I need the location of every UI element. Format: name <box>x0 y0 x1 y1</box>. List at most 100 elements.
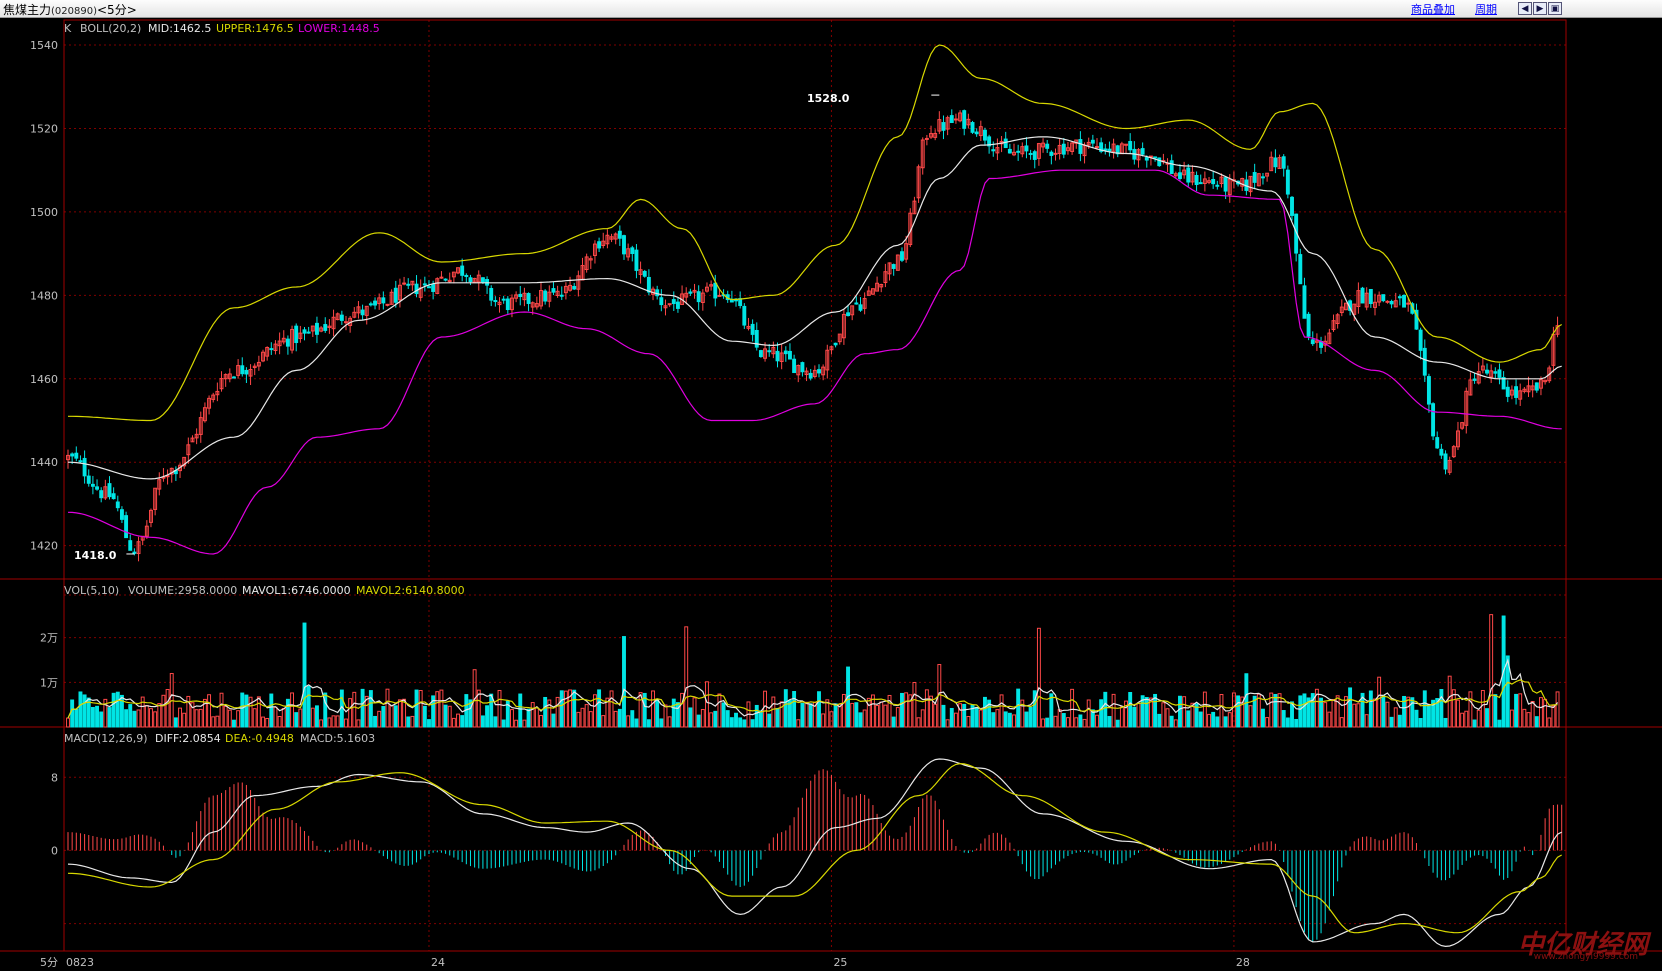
candle-body <box>1003 138 1008 149</box>
volume-bar <box>651 690 655 728</box>
candle-body <box>1028 152 1033 155</box>
price-tick-label: 1540 <box>30 39 58 52</box>
candle-body <box>1439 448 1444 456</box>
volume-bar <box>1053 715 1058 728</box>
candle-body <box>414 283 419 295</box>
volume-bar <box>240 692 245 728</box>
volume-bar <box>1036 627 1041 728</box>
vol-name: VOL(5,10) <box>64 584 119 597</box>
volume-bar <box>514 719 519 728</box>
macd-dea-value: DEA:-0.4948 <box>225 732 294 745</box>
scroll-left-button[interactable]: ◀ <box>1518 2 1532 15</box>
period-link[interactable]: 周期 <box>1475 1 1497 17</box>
candle-body <box>1078 139 1083 154</box>
candle-body <box>74 452 79 459</box>
volume-bar <box>389 705 394 728</box>
instrument-title: 焦煤主力(020890)<5分> <box>3 1 137 18</box>
volume-bar <box>999 694 1004 728</box>
volume-bar <box>1103 691 1108 728</box>
volume-bar <box>696 714 701 728</box>
volume-bar <box>90 706 95 728</box>
volume-bar <box>1302 693 1307 728</box>
candle-body <box>1285 169 1290 195</box>
candle-body <box>439 276 444 279</box>
volume-bar <box>717 693 722 728</box>
candle-body <box>1194 174 1199 186</box>
volume-bar <box>1339 717 1344 728</box>
high-price-annotation: 1528.0 <box>807 92 850 105</box>
candle-body <box>1215 184 1220 187</box>
volume-bar <box>1460 712 1465 728</box>
volume-bar <box>1198 711 1203 728</box>
volume-bar <box>966 715 971 728</box>
volume-bar <box>360 688 365 728</box>
candle-body <box>941 122 946 131</box>
volume-bar <box>149 708 153 728</box>
volume-bar <box>854 702 859 728</box>
boll-mid-line <box>67 136 1562 480</box>
candle-body <box>132 551 137 554</box>
candle-body <box>1095 146 1099 149</box>
volume-bar <box>671 698 676 728</box>
volume-bar <box>792 691 797 728</box>
period-tag: <5分> <box>97 3 137 17</box>
candle-body <box>833 342 838 346</box>
volume-bar <box>1157 713 1162 728</box>
volume-bar <box>522 719 527 728</box>
volume-bar <box>841 693 846 728</box>
candle-body <box>1360 287 1365 304</box>
volume-bar <box>1526 712 1531 728</box>
volume-bar <box>1476 709 1481 728</box>
zoom-button[interactable]: ▣ <box>1548 2 1562 15</box>
candle-body <box>974 131 979 135</box>
volume-bar <box>1186 710 1191 728</box>
candle-body <box>792 358 797 374</box>
candle-body <box>713 282 718 299</box>
candle-body <box>783 350 788 355</box>
candle-body <box>493 300 498 303</box>
volume-bar <box>1041 718 1046 728</box>
candle-body <box>1032 151 1037 160</box>
volume-bar <box>1095 714 1099 728</box>
kline-chart[interactable]: 1420 1440 1460 1480 1500 1520 1540 1万 2万 0 8 0823 24… <box>0 18 1662 971</box>
candle-body <box>1534 382 1539 391</box>
overlay-commodity-link[interactable]: 商品叠加 <box>1411 1 1455 17</box>
candle-body <box>1169 160 1174 174</box>
candle-body <box>302 329 307 334</box>
volume-bar <box>456 713 460 728</box>
volume-bar <box>1223 716 1228 728</box>
candle-body <box>431 284 436 292</box>
candle-body <box>846 312 850 317</box>
volume-bar <box>277 716 282 728</box>
volume-bar <box>111 692 116 728</box>
candle-body <box>1049 151 1054 156</box>
candle-body <box>1186 167 1191 183</box>
volume-bar <box>1086 699 1091 728</box>
volume-bar <box>821 713 826 728</box>
candle-body <box>655 289 660 297</box>
volume-bar <box>447 705 452 728</box>
scroll-right-button[interactable]: ▶ <box>1533 2 1547 15</box>
volume-bar <box>335 715 340 728</box>
volume-bar <box>1414 709 1419 728</box>
volume-bar <box>115 691 120 728</box>
volume-bar <box>912 682 917 728</box>
volume-bar <box>78 691 83 728</box>
candle-body <box>518 293 523 297</box>
volume-bar <box>1082 718 1087 728</box>
volume-bar <box>866 697 871 728</box>
candle-body <box>393 287 398 303</box>
boll-mid-value: MID:1462.5 <box>148 22 211 35</box>
volume-bar <box>804 701 809 728</box>
candle-body <box>717 294 722 297</box>
date-axis-label: 25 <box>833 956 847 969</box>
candle-body <box>962 110 967 129</box>
volume-bar <box>1111 693 1116 728</box>
candle-body <box>78 460 83 463</box>
candle-body <box>854 302 859 305</box>
volume-bar <box>256 696 261 728</box>
candle-body <box>464 274 469 277</box>
candle-body <box>991 149 996 152</box>
volume-bar <box>451 717 456 728</box>
volume-bar <box>580 707 585 728</box>
